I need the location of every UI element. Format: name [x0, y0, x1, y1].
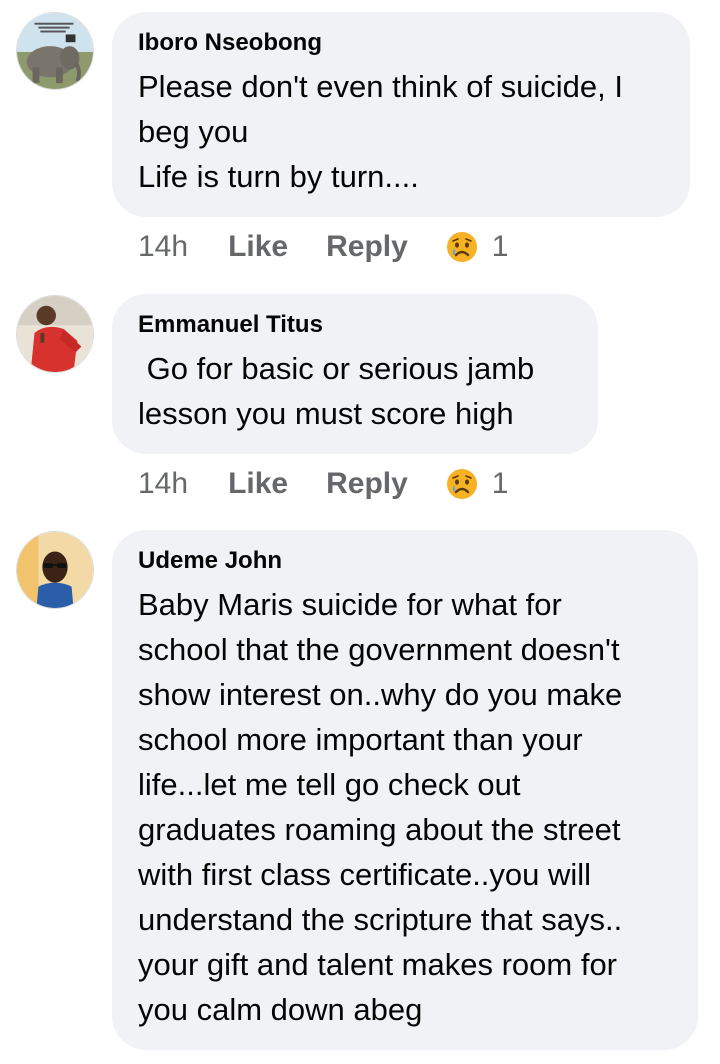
comment-text: Baby Maris suicide for what for school t… — [138, 587, 623, 1027]
reply-button[interactable]: Reply — [326, 230, 408, 264]
like-button[interactable]: Like — [228, 230, 288, 264]
reply-button[interactable]: Reply — [326, 467, 408, 501]
comment-actions: 14h Like Reply 1 — [138, 464, 508, 504]
avatar[interactable] — [16, 12, 94, 90]
comment-author[interactable]: Iboro Nseobong — [138, 28, 664, 58]
comment-author[interactable]: Emmanuel Titus — [138, 310, 572, 340]
avatar-man-red-shirt-image — [17, 296, 93, 372]
comment-bubble: Emmanuel Titus Go for basic or serious j… — [112, 294, 598, 454]
comment-timestamp[interactable]: 14h — [138, 230, 188, 264]
avatar-elephant-image — [17, 13, 93, 89]
avatar[interactable] — [16, 531, 94, 609]
like-button[interactable]: Like — [228, 467, 288, 501]
reaction-count[interactable]: 1 — [492, 467, 509, 501]
comment-text: Please don't even think of suicide, I be… — [138, 69, 623, 194]
sad-face-icon[interactable] — [446, 468, 478, 500]
comment-bubble: Iboro Nseobong Please don't even think o… — [112, 12, 690, 217]
avatar[interactable] — [16, 295, 94, 373]
comment-text: Go for basic or serious jamb lesson you … — [138, 351, 535, 431]
comment-bubble: Udeme John Baby Maris suicide for what f… — [112, 530, 698, 1050]
sad-face-icon[interactable] — [446, 231, 478, 263]
reaction-count[interactable]: 1 — [492, 230, 509, 264]
comment-timestamp[interactable]: 14h — [138, 467, 188, 501]
comment-actions: 14h Like Reply 1 — [138, 227, 508, 267]
comment-author[interactable]: Udeme John — [138, 546, 672, 576]
avatar-man-sunglasses-image — [17, 532, 93, 608]
